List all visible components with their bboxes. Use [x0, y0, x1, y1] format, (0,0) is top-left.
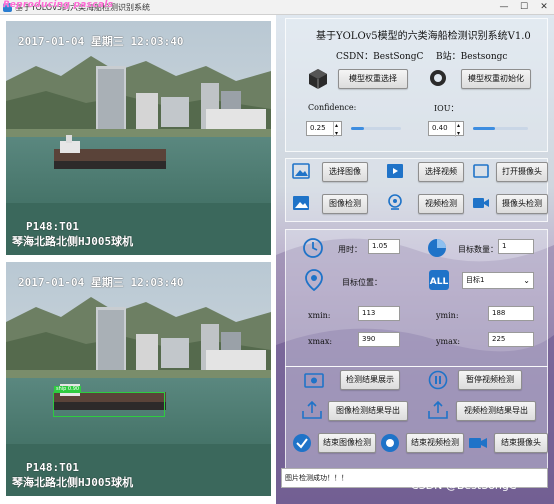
watermark-text: Reproducing pascals	[3, 0, 114, 10]
video-file-icon	[387, 164, 403, 178]
confidence-spinbox[interactable]: 0.25	[306, 119, 342, 140]
model-init-icon	[430, 70, 446, 86]
time-value-field: 1.05	[368, 239, 400, 254]
pause-video-button[interactable]: 暂停视频检测	[458, 370, 522, 390]
image-icon	[292, 163, 310, 179]
export-video-icon	[428, 401, 448, 419]
end-image-icon	[293, 434, 311, 452]
export-image-result-button[interactable]: 图像检测结果导出	[328, 401, 408, 421]
iou-spinbox[interactable]: 0.40	[428, 119, 464, 140]
detection-result-pane: ship 0.90 2017-01-04 星期三 12:03:40 P148:T…	[6, 262, 271, 496]
close-button[interactable]: ✕	[534, 0, 554, 14]
target-select-value: 目标1	[466, 276, 485, 284]
end-image-detect-button[interactable]: 结束图像检测	[318, 433, 376, 453]
location-pin-icon	[305, 269, 323, 291]
xmin-label: xmin:	[308, 311, 331, 320]
iou-label: IOU：	[434, 104, 459, 113]
pause-icon	[428, 370, 448, 390]
csdn-label: CSDN：BestSongC	[336, 52, 424, 62]
xmin-field: 113	[358, 306, 400, 321]
target-count-label: 目标数量：	[458, 245, 498, 254]
iou-slider-fill	[473, 127, 495, 130]
confidence-slider-fill	[351, 127, 364, 130]
target-position-label: 目标位置：	[342, 278, 382, 287]
video-detect-button[interactable]: 视频检测	[418, 194, 464, 214]
pie-chart-icon	[428, 239, 446, 257]
maximize-button[interactable]: ☐	[514, 0, 534, 14]
confidence-slider[interactable]	[351, 127, 401, 130]
end-video-icon	[381, 434, 399, 452]
video-timestamp-result: 2017-01-04 星期三 12:03:40	[18, 276, 184, 289]
webcam-icon	[388, 194, 402, 210]
minimize-button[interactable]: —	[494, 0, 514, 14]
camera-code: P148:T01	[26, 220, 79, 233]
camera-location-text: 琴海北路北侧HJ005球机	[12, 235, 134, 248]
confidence-spin-arrows[interactable]	[333, 119, 341, 140]
end-video-detect-button[interactable]: 结束视频检测	[406, 433, 464, 453]
camera-open-icon	[473, 164, 489, 178]
export-image-icon	[302, 401, 322, 419]
iou-value: 0.40	[432, 124, 448, 132]
target-count-field: 1	[498, 239, 534, 254]
iou-spin-arrows[interactable]	[455, 119, 463, 140]
title-bar: 基于YOLOv5的六类海船检测识别系统 Reproducing pascals …	[0, 0, 554, 15]
iou-slider[interactable]	[473, 127, 528, 130]
confidence-value: 0.25	[310, 124, 326, 132]
ymin-label: ymin:	[436, 311, 459, 320]
video-timestamp: 2017-01-04 星期三 12:03:40	[18, 35, 184, 48]
video-area: 2017-01-04 星期三 12:03:40 P148:T01 琴海北路北侧H…	[0, 15, 276, 504]
image-detect-icon	[293, 196, 309, 210]
xmax-label: xmax:	[308, 337, 333, 346]
end-camera-button[interactable]: 结束摄像头	[494, 433, 548, 453]
image-detect-button[interactable]: 图像检测	[322, 194, 368, 214]
detection-bounding-box	[53, 392, 165, 417]
model-weight-select-button[interactable]: 模型权重选择	[338, 69, 408, 89]
model-weight-init-button[interactable]: 模型权重初始化	[461, 69, 531, 89]
svg-text:ALL: ALL	[430, 277, 449, 287]
original-image-pane: 2017-01-04 星期三 12:03:40 P148:T01 琴海北路北侧H…	[6, 21, 271, 255]
export-video-result-button[interactable]: 视频检测结果导出	[456, 401, 536, 421]
camera-location-text-result: 琴海北路北侧HJ005球机	[12, 476, 134, 489]
chevron-down-icon: ⌄	[523, 276, 530, 285]
all-targets-icon: ALL	[429, 270, 449, 290]
control-panel: 基于YOLOv5模型的六类海船检测识别系统V1.0 CSDN：BestSongC…	[276, 15, 554, 504]
camera-detect-button[interactable]: 摄像头检测	[496, 194, 548, 214]
model-cube-icon	[309, 69, 327, 89]
select-image-button[interactable]: 选择图像	[322, 162, 368, 182]
end-camera-icon	[469, 438, 487, 448]
result-display-icon	[304, 373, 324, 388]
ymin-field: 188	[488, 306, 534, 321]
select-video-button[interactable]: 选择视频	[418, 162, 464, 182]
xmax-field: 390	[358, 332, 400, 347]
ymax-label: ymax:	[436, 337, 461, 346]
app-heading: 基于YOLOv5模型的六类海船检测识别系统V1.0	[316, 31, 531, 42]
show-result-button[interactable]: 检测结果展示	[340, 370, 400, 390]
csdn-credit-watermark: CSDN @BestSongC	[411, 479, 517, 492]
time-label: 用时：	[338, 245, 362, 254]
target-select-dropdown[interactable]: 目标1 ⌄	[462, 272, 534, 289]
camera-code-result: P148:T01	[26, 461, 79, 474]
bilibili-label: B站：Bestsongc	[436, 52, 508, 62]
ymax-field: 225	[488, 332, 534, 347]
confidence-label: Confidence:	[308, 103, 357, 112]
open-camera-button[interactable]: 打开摄像头	[496, 162, 548, 182]
video-camera-icon	[473, 198, 489, 208]
clock-icon	[303, 238, 323, 258]
